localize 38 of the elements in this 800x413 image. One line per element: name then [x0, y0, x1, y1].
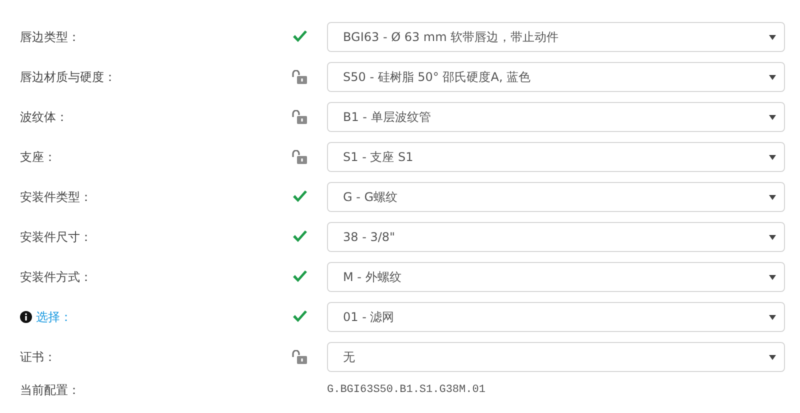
option-select[interactable]: 无	[327, 342, 785, 372]
checkmark-icon	[292, 310, 308, 324]
open-padlock-icon	[292, 70, 308, 84]
dropdown-caret-icon	[769, 274, 776, 280]
option-label: 安装件尺寸：	[20, 229, 92, 246]
option-label: 安装件方式：	[20, 269, 92, 286]
option-label: 唇边类型：	[20, 29, 80, 46]
option-select[interactable]: BGI63 - Ø 63 mm 软带唇边，带止动件	[327, 22, 785, 52]
option-label: 波纹体：	[20, 109, 68, 126]
option-select[interactable]: 38 - 3/8"	[327, 222, 785, 252]
dropdown-caret-icon	[769, 194, 776, 200]
dropdown-caret-icon	[769, 154, 776, 160]
option-label: 安装件类型：	[20, 189, 92, 206]
dropdown-caret-icon	[769, 74, 776, 80]
open-padlock-icon	[292, 110, 308, 124]
option-select[interactable]: B1 - 单层波纹管	[327, 102, 785, 132]
option-select[interactable]: S50 - 硅树脂 50° 邵氏硬度A, 蓝色	[327, 62, 785, 92]
option-select[interactable]: S1 - 支座 S1	[327, 142, 785, 172]
option-select[interactable]: G - G螺纹	[327, 182, 785, 212]
option-label: 证书：	[20, 349, 56, 366]
checkmark-icon	[292, 190, 308, 204]
option-label: 支座：	[20, 149, 56, 166]
dropdown-caret-icon	[769, 314, 776, 320]
open-padlock-icon	[292, 350, 308, 364]
option-select[interactable]: M - 外螺纹	[327, 262, 785, 292]
current-config-label: 当前配置：	[19, 382, 81, 399]
dropdown-caret-icon	[769, 234, 776, 240]
checkmark-icon	[292, 30, 308, 44]
option-select[interactable]: 01 - 滤网	[327, 302, 785, 332]
dropdown-caret-icon	[769, 34, 776, 40]
config-code: G.BGI63S50.B1.S1.G38M.01	[327, 382, 486, 398]
option-label: 唇边材质与硬度：	[20, 69, 116, 86]
checkmark-icon	[292, 230, 308, 244]
dropdown-caret-icon	[769, 114, 776, 120]
open-padlock-icon	[292, 150, 308, 164]
checkmark-icon	[292, 270, 308, 284]
info-icon	[20, 311, 32, 323]
dropdown-caret-icon	[769, 354, 776, 360]
